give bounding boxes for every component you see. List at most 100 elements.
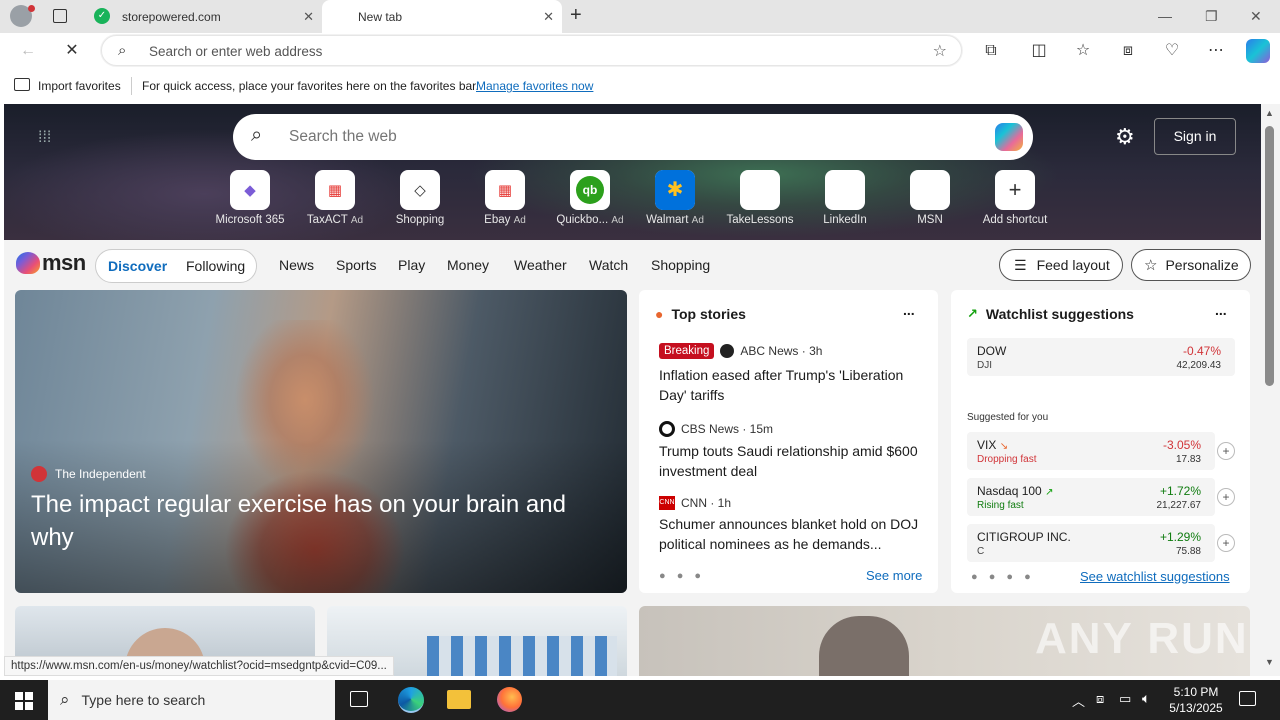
- close-tab-icon[interactable]: ✕: [303, 9, 314, 25]
- sign-in-button[interactable]: Sign in: [1154, 118, 1236, 155]
- shortcut-msn[interactable]: MSN: [887, 170, 973, 226]
- msn-nav-bar: msn Discover Following News Sports Play …: [4, 240, 1261, 290]
- msn-logo[interactable]: msn: [16, 250, 86, 276]
- nav-watch[interactable]: Watch: [589, 257, 628, 273]
- nav-news[interactable]: News: [279, 257, 314, 273]
- browser-essentials-icon[interactable]: ♡: [1162, 41, 1182, 61]
- nav-weather[interactable]: Weather: [514, 257, 567, 273]
- main-story-card[interactable]: The Independent The impact regular exerc…: [15, 290, 627, 593]
- add-to-watchlist-icon[interactable]: +: [1217, 534, 1235, 552]
- notifications-icon[interactable]: [1239, 691, 1256, 706]
- split-screen-icon[interactable]: ◫: [1029, 41, 1049, 61]
- add-to-watchlist-icon[interactable]: +: [1217, 442, 1235, 460]
- story-item[interactable]: CNN CNN · 1h Schumer announces blanket h…: [659, 496, 929, 554]
- tab-storepowered[interactable]: ✓ storepowered.com ✕: [84, 0, 322, 33]
- more-options-icon[interactable]: ...: [1215, 302, 1227, 318]
- restore-icon[interactable]: ❐: [1205, 8, 1218, 25]
- back-icon[interactable]: ←: [18, 41, 38, 61]
- extensions-icon[interactable]: ⧉: [981, 41, 1001, 61]
- close-tab-icon[interactable]: ✕: [543, 9, 554, 25]
- firefox-icon[interactable]: [497, 687, 522, 712]
- file-explorer-icon[interactable]: [447, 690, 471, 709]
- takelessons-icon: [740, 170, 780, 210]
- network-device-icon[interactable]: ⧈: [1096, 691, 1104, 707]
- story-title: Schumer announces blanket hold on DOJ po…: [659, 516, 919, 552]
- story-item[interactable]: CBS News · 15m Trump touts Saudi relatio…: [659, 421, 929, 481]
- watchlist-card: ↗ Watchlist suggestions ... DOW DJI -0.4…: [951, 290, 1250, 593]
- scrollbar-thumb[interactable]: [1265, 126, 1274, 386]
- minimize-icon[interactable]: —: [1158, 8, 1172, 24]
- edge-taskbar-icon[interactable]: [398, 687, 424, 713]
- address-placeholder: Search or enter web address: [149, 44, 323, 59]
- shortcut-quickbooks[interactable]: qb Quickbo... Ad: [547, 170, 633, 226]
- windows-start-icon[interactable]: [15, 692, 33, 710]
- nav-play[interactable]: Play: [398, 257, 425, 273]
- shortcut-taxact[interactable]: ▦ TaxACT Ad: [292, 170, 378, 226]
- tab-discover[interactable]: Discover: [108, 258, 167, 274]
- watchlist-row-nasdaq[interactable]: Nasdaq 100 ↗ Rising fast +1.72% 21,227.6…: [967, 478, 1235, 516]
- tab-following[interactable]: Following: [186, 258, 245, 274]
- shortcut-walmart[interactable]: ✱ Walmart Ad: [632, 170, 718, 226]
- see-more-link[interactable]: See more: [866, 568, 922, 583]
- shortcut-label: Add shortcut: [982, 214, 1048, 226]
- manage-favorites-link[interactable]: Manage favorites now: [476, 79, 593, 93]
- watchlist-row-dow[interactable]: DOW DJI -0.47% 42,209.43: [967, 338, 1235, 376]
- carousel-dots[interactable]: ● ● ●: [659, 570, 705, 582]
- shortcut-label: TakeLessons: [726, 214, 794, 226]
- tab-title: New tab: [358, 9, 403, 24]
- more-options-icon[interactable]: ...: [903, 302, 915, 318]
- shortcut-add[interactable]: + Add shortcut: [972, 170, 1058, 226]
- story-item[interactable]: Breaking ABC News · 3h Inflation eased a…: [659, 343, 929, 405]
- discover-following-toggle: Discover Following: [95, 249, 257, 283]
- tab-new-tab[interactable]: New tab ✕: [322, 0, 562, 33]
- feed-layout-button[interactable]: ☰ Feed layout: [999, 249, 1123, 281]
- shortcut-ebay[interactable]: ▦ Ebay Ad: [462, 170, 548, 226]
- copilot-search-icon[interactable]: [995, 123, 1023, 151]
- watchlist-header: ↗ Watchlist suggestions: [967, 306, 1134, 322]
- see-watchlist-link[interactable]: See watchlist suggestions: [1080, 569, 1230, 584]
- shortcut-label: MSN: [917, 214, 943, 226]
- carousel-dots[interactable]: ● ● ● ●: [971, 571, 1035, 583]
- news-card-image[interactable]: ANY RUN: [639, 606, 1250, 676]
- page-scrollbar[interactable]: ▲ ▼: [1261, 104, 1280, 676]
- nav-sports[interactable]: Sports: [336, 257, 376, 273]
- shortcut-takelessons[interactable]: TakeLessons: [717, 170, 803, 226]
- new-tab-button[interactable]: +: [570, 4, 582, 27]
- nav-money[interactable]: Money: [447, 257, 489, 273]
- import-favorites-button[interactable]: Import favorites: [38, 79, 121, 93]
- scroll-down-icon[interactable]: ▼: [1265, 657, 1274, 667]
- watchlist-row-citigroup[interactable]: CITIGROUP INC. C +1.29% 75.88 +: [967, 524, 1235, 562]
- more-menu-icon[interactable]: ⋯: [1206, 41, 1226, 61]
- clock[interactable]: 5:10 PM 5/13/2025: [1166, 684, 1226, 716]
- collections-icon[interactable]: ⧈: [1118, 41, 1138, 61]
- scroll-up-icon[interactable]: ▲: [1265, 108, 1274, 118]
- apps-launcher-icon[interactable]: ⁞⁞⁞: [38, 128, 58, 148]
- nav-shopping[interactable]: Shopping: [651, 257, 710, 273]
- volume-icon[interactable]: 🔈︎: [1142, 690, 1150, 707]
- stop-loading-icon[interactable]: ✕: [62, 41, 82, 61]
- settings-gear-icon[interactable]: ⚙: [1115, 124, 1135, 150]
- tab-actions-icon[interactable]: [53, 9, 67, 23]
- task-view-icon[interactable]: [350, 691, 368, 707]
- shortcut-shopping[interactable]: ◇ Shopping: [377, 170, 463, 226]
- watchlist-row-vix[interactable]: VIX ↘ Dropping fast -3.05% 17.83 +: [967, 432, 1235, 470]
- network-icon[interactable]: ▭: [1119, 691, 1131, 707]
- linkedin-icon: [825, 170, 865, 210]
- address-bar[interactable]: ⌕ Search or enter web address ☆: [101, 35, 962, 66]
- main-story-title[interactable]: The impact regular exercise has on your …: [31, 488, 601, 554]
- personalize-button[interactable]: ☆ Personalize: [1131, 249, 1251, 281]
- favorite-star-icon[interactable]: ☆: [933, 41, 947, 61]
- shortcut-linkedin[interactable]: LinkedIn: [802, 170, 888, 226]
- add-to-watchlist-icon[interactable]: +: [1217, 488, 1235, 506]
- favorites-icon[interactable]: ☆: [1073, 41, 1093, 61]
- import-favorites-icon[interactable]: [14, 78, 30, 91]
- factory-photo: [427, 636, 617, 676]
- close-window-icon[interactable]: ✕: [1250, 8, 1262, 25]
- feed-layout-label: Feed layout: [1036, 257, 1110, 273]
- show-hidden-icons[interactable]: ︿: [1072, 691, 1085, 710]
- web-search-box[interactable]: ⌕ Search the web: [233, 114, 1033, 160]
- shortcut-microsoft365[interactable]: ◆ Microsoft 365: [207, 170, 293, 226]
- copilot-icon[interactable]: [1246, 39, 1270, 63]
- taskbar-search-box[interactable]: ⌕ Type here to search: [48, 680, 335, 720]
- favorites-divider: [131, 77, 132, 95]
